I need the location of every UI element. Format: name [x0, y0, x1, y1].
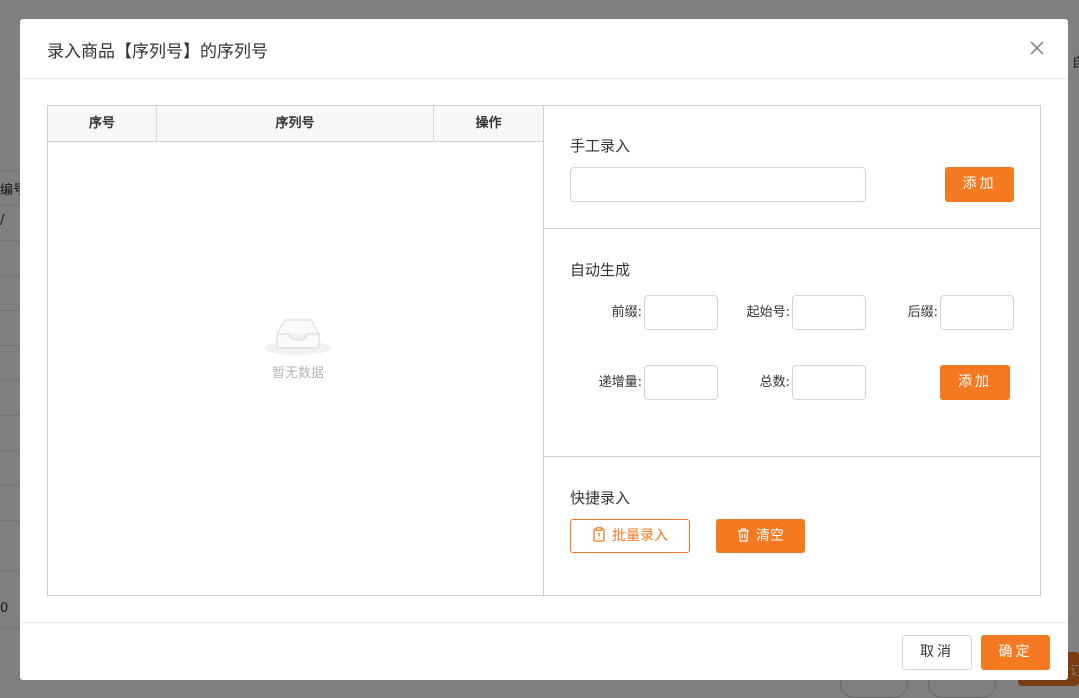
entry-panel: 手工录入 添加 自动生成 前缀: 起始号: 后缀: 递增量: 总数: 添加 快捷… — [544, 106, 1040, 595]
serial-number-dialog: 录入商品【序列号】的序列号 序号 序列号 操作 暂无数据 手工录入 添加 自动生… — [20, 19, 1068, 680]
clipboard-icon — [593, 527, 605, 542]
manual-add-button[interactable]: 添加 — [945, 167, 1014, 202]
quick-entry-title: 快捷录入 — [570, 489, 631, 507]
serial-table: 序号 序列号 操作 暂无数据 — [48, 106, 544, 595]
close-icon[interactable] — [1026, 37, 1048, 59]
total-label: 总数: — [759, 375, 790, 390]
step-input[interactable] — [644, 365, 718, 400]
table-header: 序号 序列号 操作 — [48, 106, 543, 142]
column-header-serial: 序列号 — [157, 106, 434, 142]
step-label: 递增量: — [598, 375, 642, 390]
batch-entry-label: 批量录入 — [612, 528, 668, 544]
prefix-label: 前缀: — [611, 305, 642, 320]
column-header-index: 序号 — [48, 106, 157, 142]
dialog-footer: 取消 确定 — [20, 622, 1068, 680]
clear-label: 清空 — [756, 528, 784, 544]
confirm-button[interactable]: 确定 — [981, 635, 1050, 670]
empty-inbox-icon — [264, 319, 332, 355]
auto-add-button[interactable]: 添加 — [940, 365, 1010, 400]
dialog-header: 录入商品【序列号】的序列号 — [20, 19, 1068, 79]
empty-text: 暂无数据 — [271, 366, 324, 381]
cancel-button[interactable]: 取消 — [902, 635, 972, 670]
batch-entry-button[interactable]: 批量录入 — [570, 519, 690, 553]
prefix-input[interactable] — [644, 295, 718, 330]
suffix-input[interactable] — [940, 295, 1014, 330]
manual-entry-section: 手工录入 添加 — [544, 106, 1040, 229]
start-number-input[interactable] — [792, 295, 866, 330]
dialog-title: 录入商品【序列号】的序列号 — [47, 42, 268, 62]
suffix-label: 后缀: — [907, 305, 938, 320]
column-header-action: 操作 — [475, 116, 502, 131]
start-number-label: 起始号: — [746, 305, 790, 320]
manual-entry-title: 手工录入 — [570, 137, 631, 155]
auto-generate-section: 自动生成 前缀: 起始号: 后缀: 递增量: 总数: 添加 — [544, 229, 1040, 457]
manual-serial-input[interactable] — [570, 167, 866, 202]
trash-icon — [738, 528, 749, 542]
quick-entry-section: 快捷录入 批量录入 清空 — [544, 457, 1040, 595]
dialog-body: 序号 序列号 操作 暂无数据 手工录入 添加 自动生成 前缀: 起始号: 后缀:… — [47, 105, 1041, 596]
auto-generate-title: 自动生成 — [570, 261, 631, 279]
empty-state: 暂无数据 — [258, 312, 338, 381]
clear-button[interactable]: 清空 — [716, 519, 805, 553]
total-input[interactable] — [792, 365, 866, 400]
